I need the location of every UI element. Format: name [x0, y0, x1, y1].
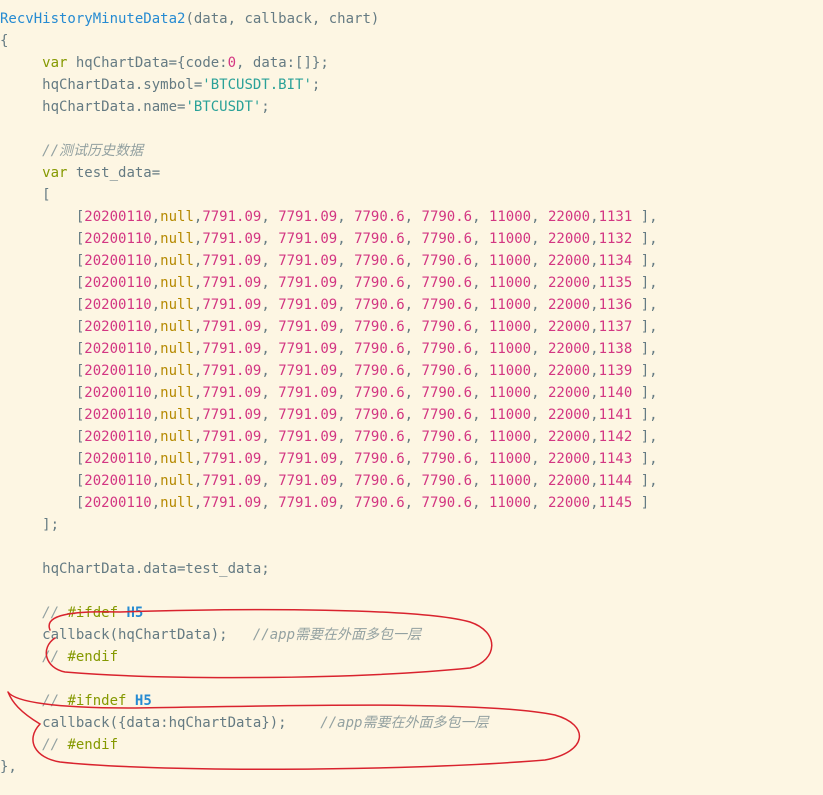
code-content: RecvHistoryMinuteData2(data, callback, c… — [0, 0, 823, 786]
code-block: RecvHistoryMinuteData2(data, callback, c… — [0, 0, 823, 786]
